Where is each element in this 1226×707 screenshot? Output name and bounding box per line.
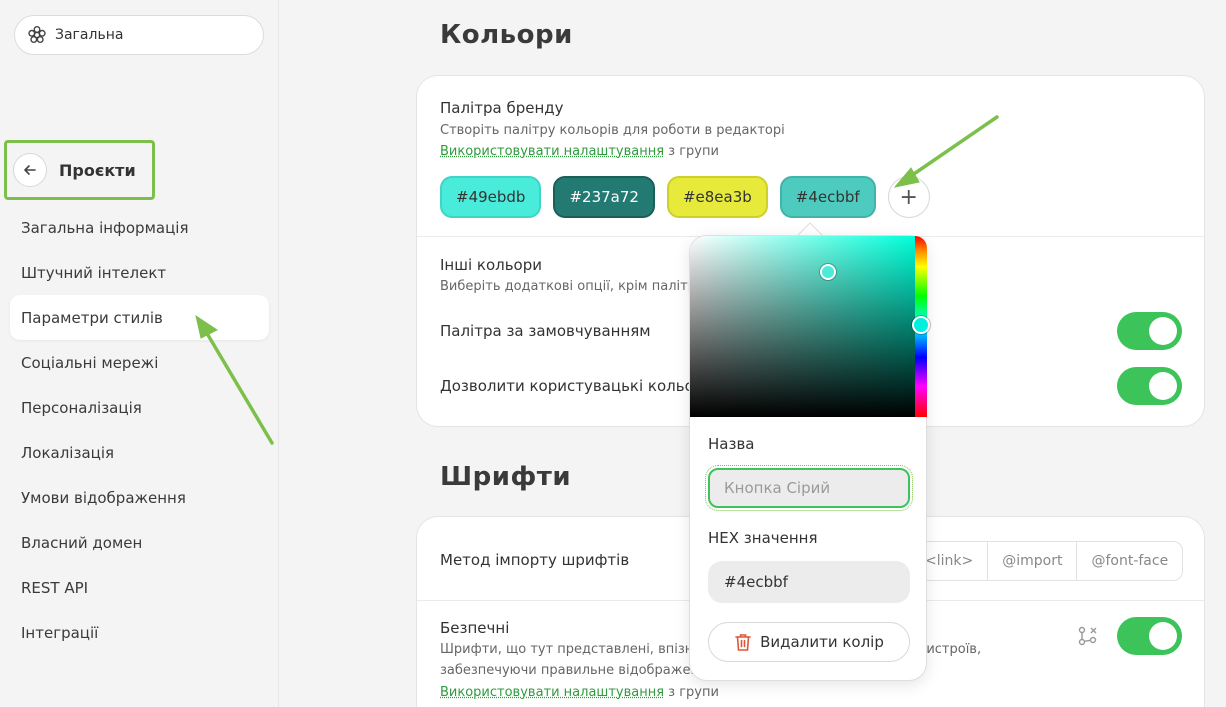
color-picker-popover: Назва HEX значення Видалити колір <box>689 235 930 681</box>
import-option-font-face[interactable]: @font-face <box>1076 542 1182 580</box>
allow-custom-colors-label: Дозволити користувацькі кольори <box>440 377 714 395</box>
sidebar-item-ai[interactable]: Штучний інтелект <box>10 250 269 295</box>
colors-section-title: Кольори <box>440 20 573 50</box>
default-palette-toggle[interactable] <box>1117 312 1182 350</box>
safe-fonts-link-row: Використовувати налаштування з групи <box>440 685 719 700</box>
brand-palette-link-row: Використовувати налаштування з групи <box>440 144 719 159</box>
sidebar-item-display-conditions[interactable]: Умови відображення <box>10 475 269 520</box>
font-import-method-label: Метод імпорту шрифтів <box>440 551 630 569</box>
default-palette-label: Палітра за замовчуванням <box>440 322 651 340</box>
saturation-handle[interactable] <box>820 264 836 280</box>
swatch-3[interactable]: #e8ea3b <box>666 176 768 218</box>
workspace-selector[interactable]: Загальна <box>14 15 264 55</box>
sidebar-item-general-info[interactable]: Загальна інформація <box>10 205 269 250</box>
back-button[interactable] <box>13 153 47 187</box>
hex-value-label: HEX значення <box>708 529 818 547</box>
use-group-settings-link[interactable]: Використовувати налаштування <box>440 685 664 700</box>
sidebar-item-custom-domain[interactable]: Власний домен <box>10 520 269 565</box>
link-suffix: з групи <box>664 685 719 700</box>
sidebar-item-rest-api[interactable]: REST API <box>10 565 269 610</box>
swatch-1[interactable]: #49ebdb <box>440 176 542 218</box>
projects-title: Проєкти <box>59 160 136 180</box>
nodes-unlink-icon[interactable] <box>1076 624 1100 648</box>
font-import-method-selector: <link> @import @font-face <box>910 541 1184 581</box>
use-group-settings-link[interactable]: Використовувати налаштування <box>440 144 664 159</box>
fonts-section-title: Шрифти <box>440 462 572 492</box>
hex-value-input[interactable] <box>708 561 910 603</box>
other-colors-title: Інші кольори <box>440 256 543 274</box>
sidebar-item-style-params[interactable]: Параметри стилів <box>10 295 269 340</box>
brand-palette-title: Палітра бренду <box>440 99 564 117</box>
hue-handle[interactable] <box>912 316 930 334</box>
trash-icon <box>735 634 751 651</box>
brand-palette-description: Створіть палітру кольорів для роботи в р… <box>440 123 785 138</box>
brand-swatches: #49ebdb #237a72 #e8ea3b #4ecbbf + <box>440 176 930 218</box>
add-color-button[interactable]: + <box>887 176 930 218</box>
link-suffix: з групи <box>664 144 719 159</box>
projects-header: Проєкти <box>4 140 155 200</box>
color-name-input[interactable] <box>705 465 913 511</box>
flower-icon <box>28 26 46 43</box>
delete-color-label: Видалити колір <box>760 633 884 651</box>
safe-fonts-toggle[interactable] <box>1117 617 1182 655</box>
workspace-label: Загальна <box>55 27 124 43</box>
import-option-import[interactable]: @import <box>987 542 1076 580</box>
sidebar-item-social[interactable]: Соціальні мережі <box>10 340 269 385</box>
arrow-left-icon <box>24 165 36 175</box>
sidebar-item-localization[interactable]: Локалізація <box>10 430 269 475</box>
swatch-2[interactable]: #237a72 <box>553 176 655 218</box>
safe-fonts-description-2: забезпечуючи правильне відображення <box>440 663 716 678</box>
saturation-area[interactable] <box>690 236 915 417</box>
swatch-4[interactable]: #4ecbbf <box>779 176 876 218</box>
sidebar-menu: Загальна інформація Штучний інтелект Пар… <box>10 205 269 655</box>
other-colors-description: Виберіть додаткові опції, крім палітри <box>440 279 705 294</box>
sidebar-item-integrations[interactable]: Інтеграції <box>10 610 269 655</box>
delete-color-button[interactable]: Видалити колір <box>708 622 910 662</box>
color-name-label: Назва <box>708 435 755 453</box>
safe-fonts-title: Безпечні <box>440 619 510 637</box>
allow-custom-colors-toggle[interactable] <box>1117 367 1182 405</box>
sidebar-item-personalization[interactable]: Персоналізація <box>10 385 269 430</box>
sidebar: Загальна Проєкти Загальна інформація Шту… <box>0 0 279 707</box>
